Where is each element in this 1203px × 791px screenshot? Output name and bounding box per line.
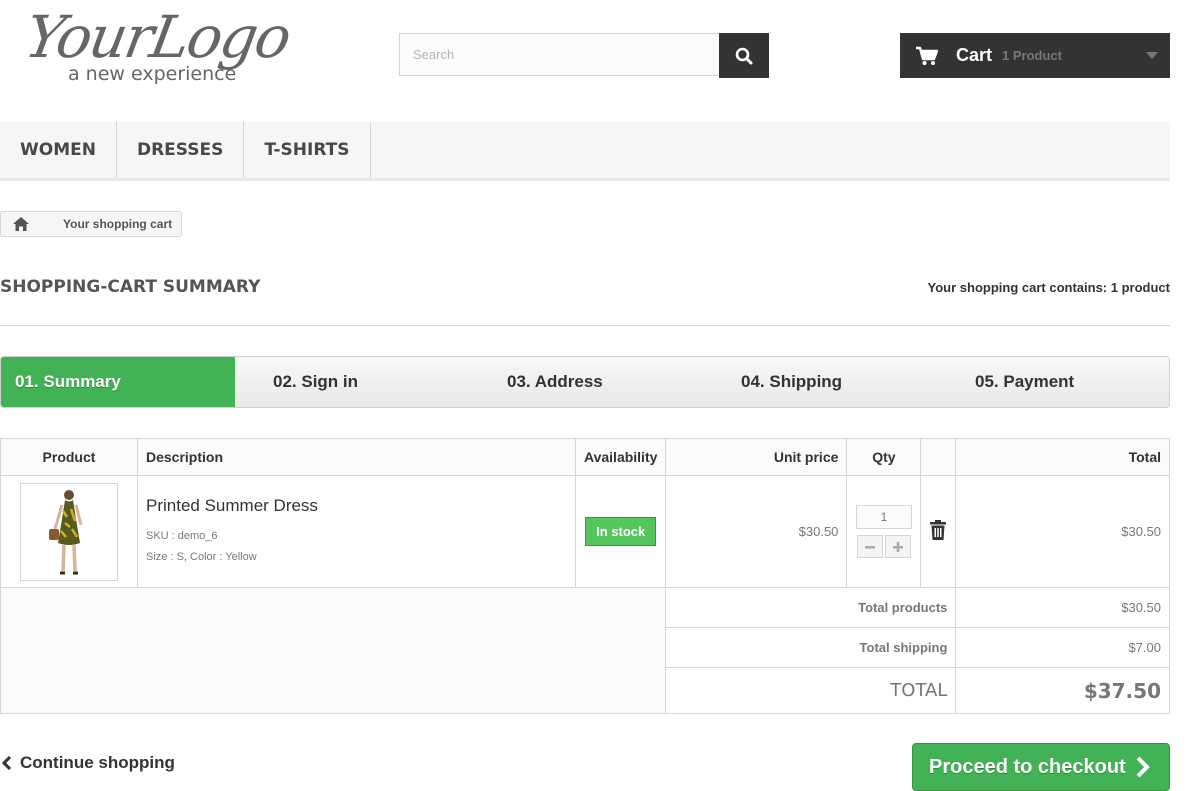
step-address-label: 03. Address (507, 372, 603, 391)
header-description: Description (137, 438, 576, 476)
grand-total-value: $37.50 (955, 667, 1170, 714)
plus-icon (892, 541, 903, 552)
table-header-row: Product Description Availability Unit pr… (0, 438, 1170, 476)
step-shipping-label: 04. Shipping (741, 372, 843, 391)
header-availability: Availability (574, 438, 667, 476)
continue-shopping-link[interactable]: Continue shopping (2, 753, 175, 773)
cart-label: Cart (956, 45, 993, 65)
grand-total-label: TOTAL (665, 667, 957, 714)
step-shipping[interactable]: 04. Shipping (741, 357, 842, 407)
trash-icon[interactable] (930, 520, 947, 540)
product-attributes: Size : S, Color : Yellow (146, 550, 257, 563)
checkout-steps: 01. Summary 02. Sign in 03. Address 04. … (0, 356, 1170, 408)
cart-contains-summary: Your shopping cart contains: 1 product (928, 280, 1170, 295)
header-total: Total (955, 438, 1170, 476)
logo-wordmark: YourLogo (20, 3, 295, 71)
dress-image (49, 489, 83, 574)
minus-icon (864, 545, 875, 548)
menu-item-tshirts[interactable]: T-SHIRTS (244, 122, 371, 178)
step-sign-in[interactable]: 02. Sign in (273, 357, 358, 407)
step-summary[interactable]: 01. Summary (1, 357, 235, 407)
product-sku: SKU : demo_6 (146, 529, 218, 542)
cart-table: Product Description Availability Unit pr… (0, 438, 1170, 714)
delete-cell (920, 475, 957, 588)
breadcrumb-current: Your shopping cart (63, 217, 173, 231)
total-shipping-value: $7.00 (955, 627, 1170, 668)
chevron-down-icon (1146, 52, 1158, 59)
header-unit-price: Unit price (665, 438, 848, 476)
header-delete (920, 438, 957, 476)
logo-tagline: a new experience (68, 63, 237, 85)
search-field-wrapper (399, 33, 719, 76)
unit-price-cell: $30.50 (665, 475, 848, 588)
summary-spacer (0, 587, 667, 714)
total-shipping-label: Total shipping (665, 627, 957, 668)
total-products-value: $30.50 (955, 587, 1170, 628)
summary-row-products: Total products $30.50 (0, 587, 1170, 714)
step-address[interactable]: 03. Address (507, 357, 603, 407)
quantity-increase-button[interactable] (884, 535, 911, 558)
breadcrumb-home-link[interactable] (1, 212, 41, 236)
quantity-input[interactable] (855, 505, 912, 529)
header-qty: Qty (846, 438, 922, 476)
cart-count: 1 Product (1002, 48, 1062, 63)
quantity-stepper (855, 535, 912, 558)
status-badge: In stock (585, 517, 657, 546)
shopping-cart-icon (916, 46, 938, 65)
page-title: SHOPPING-CART SUMMARY (0, 277, 261, 297)
chevron-left-icon (2, 756, 12, 770)
chevron-right-icon (1136, 756, 1150, 778)
divider (0, 325, 1170, 326)
total-products-label: Total products (665, 587, 957, 628)
cart-contains-label: Your shopping cart contains: (927, 280, 1108, 295)
product-image-cell (0, 475, 138, 588)
qty-cell (846, 475, 922, 588)
menu-item-dresses[interactable]: DRESSES (117, 122, 245, 178)
top-menu: WOMEN DRESSES T-SHIRTS (0, 122, 1170, 181)
continue-shopping-label: Continue shopping (20, 753, 175, 772)
header-product: Product (0, 438, 138, 476)
step-payment-label: 05. Payment (975, 372, 1075, 391)
step-payment[interactable]: 05. Payment (975, 357, 1074, 407)
menu-item-women[interactable]: WOMEN (0, 122, 117, 178)
site-logo[interactable]: YourLogo a new experience (20, 3, 316, 88)
search-button[interactable] (719, 33, 769, 78)
home-icon (13, 217, 29, 231)
product-name-link[interactable]: Printed Summer Dress (146, 496, 567, 516)
step-sign-in-label: 02. Sign in (273, 372, 359, 391)
checkout-label: Proceed to checkout (929, 755, 1126, 778)
table-row: Printed Summer Dress SKU : demo_6 Size :… (0, 475, 1170, 588)
cart-contains-count: 1 product (1110, 280, 1170, 295)
search-input[interactable] (400, 34, 719, 75)
line-total-cell: $30.50 (955, 475, 1170, 588)
breadcrumb: Your shopping cart (0, 211, 182, 237)
search-icon (735, 47, 753, 64)
product-image[interactable] (20, 482, 118, 581)
product-description-cell: Printed Summer Dress SKU : demo_6 Size :… (137, 475, 576, 588)
availability-cell: In stock (574, 475, 667, 588)
header-cart-button[interactable]: Cart 1 Product (900, 33, 1170, 78)
quantity-decrease-button[interactable] (856, 535, 883, 558)
step-summary-label: 01. Summary (15, 372, 121, 391)
